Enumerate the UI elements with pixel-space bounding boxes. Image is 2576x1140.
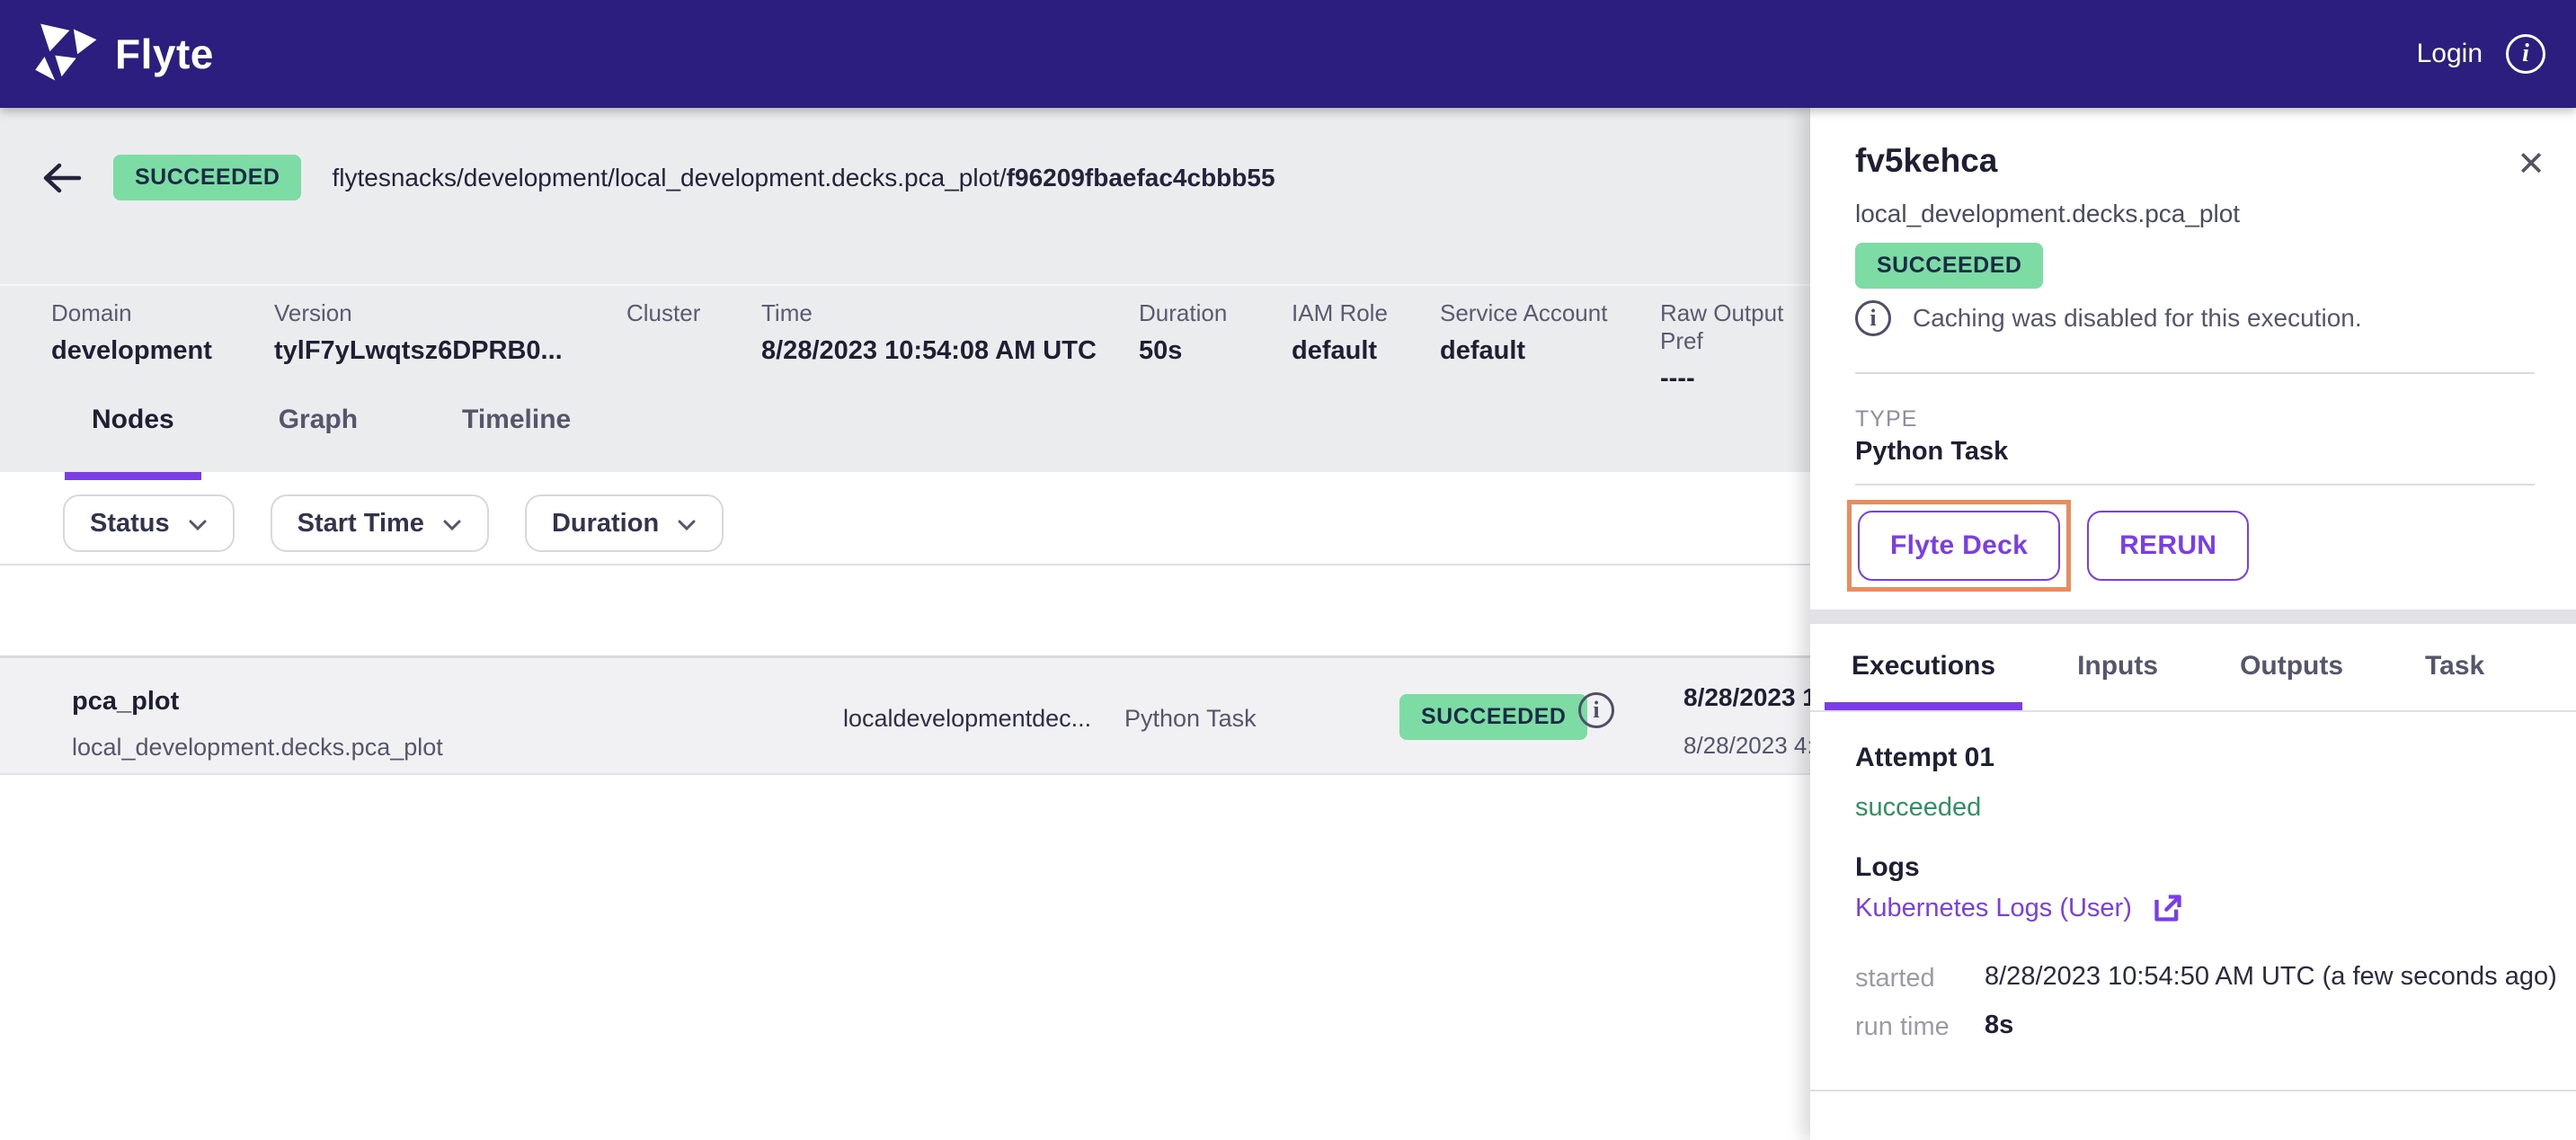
header-divider (0, 284, 1810, 286)
tab-executions[interactable]: Executions (1825, 631, 2022, 712)
main-content: SUCCEEDED flytesnacks/development/local_… (0, 108, 1810, 1140)
panel-tabs: Executions Inputs Outputs Task (1825, 631, 2511, 712)
meta-time: Time 8/28/2023 10:54:08 AM UTC (761, 299, 1097, 366)
meta-duration: Duration 50s (1139, 299, 1227, 366)
node-detail-panel: fv5kehca ✕ local_development.decks.pca_p… (1810, 108, 2576, 1140)
filter-start-time[interactable]: Start Time (271, 494, 489, 552)
table-row[interactable]: pca_plot local_development.decks.pca_plo… (0, 655, 1810, 775)
status-badge: SUCCEEDED (113, 155, 301, 200)
attempt-status[interactable]: succeeded (1855, 793, 1981, 823)
chevron-down-icon (442, 519, 462, 531)
close-icon[interactable]: ✕ (2517, 147, 2545, 182)
chevron-down-icon (188, 519, 208, 531)
panel-bottom-divider (1810, 1090, 2576, 1091)
node-filters: Status Start Time Duration (63, 494, 724, 552)
node-name: pca_plot (72, 687, 179, 717)
flyte-logo-icon (32, 22, 99, 86)
panel-section-band (1810, 610, 2576, 624)
view-tabs: Nodes Graph Timeline (65, 405, 598, 472)
started-value: 8/28/2023 10:54:50 AM UTC (a few seconds… (1985, 962, 2557, 992)
meta-iam-role: IAM Role default (1292, 299, 1388, 366)
type-value: Python Task (1855, 437, 2008, 467)
node-start-time: 8/28/2023 10 (1683, 683, 1810, 712)
meta-service-account: Service Account default (1440, 299, 1607, 366)
execution-path: flytesnacks/development/local_developmen… (332, 164, 1275, 192)
node-start-time-local: 8/28/2023 4:24 (1683, 732, 1810, 760)
type-label: TYPE (1855, 406, 1917, 432)
chevron-down-icon (677, 519, 697, 531)
filter-status[interactable]: Status (63, 494, 235, 552)
node-task-type: Python Task (1124, 705, 1257, 733)
execution-metadata: Domain development Version tylF7yLwqtsz6… (0, 299, 1810, 407)
info-icon: i (1855, 300, 1891, 336)
node-subtitle: local_development.decks.pca_plot (72, 734, 443, 761)
panel-subtitle: local_development.decks.pca_plot (1855, 200, 2240, 228)
started-label: started (1855, 964, 1935, 993)
flyte-console: Flyte Login i SUCCEEDED flytesnacks/deve… (0, 0, 2576, 1140)
meta-cluster: Cluster (626, 299, 700, 336)
node-info-icon[interactable]: i (1578, 692, 1614, 728)
run-time-label: run time (1855, 1012, 1950, 1042)
panel-divider (1855, 484, 2535, 485)
tab-task[interactable]: Task (2398, 631, 2511, 712)
meta-domain: Domain development (51, 299, 212, 366)
panel-status-badge: SUCCEEDED (1855, 243, 2043, 289)
login-button[interactable]: Login (2417, 39, 2483, 69)
tab-outputs[interactable]: Outputs (2213, 631, 2370, 712)
run-time-value: 8s (1985, 1011, 2013, 1040)
execution-path-prefix: flytesnacks/development/local_developmen… (332, 164, 1006, 191)
info-icon[interactable]: i (2506, 34, 2545, 74)
top-navbar: Flyte Login i (0, 0, 2576, 108)
panel-divider (1855, 372, 2535, 374)
attempt-title: Attempt 01 (1855, 743, 1994, 773)
meta-raw-output-prefix: Raw Output Pref ---- (1660, 299, 1810, 394)
table-divider (0, 564, 1810, 566)
back-arrow-icon[interactable] (41, 160, 83, 196)
caching-note: i Caching was disabled for this executio… (1855, 300, 2362, 336)
brand[interactable]: Flyte (32, 22, 214, 86)
rerun-button[interactable]: RERUN (2087, 511, 2249, 581)
logs-link-row: Kubernetes Logs (User) (1855, 890, 2186, 926)
brand-name: Flyte (115, 30, 214, 78)
node-status-badge: SUCCEEDED (1399, 694, 1587, 740)
panel-tabs-divider (1810, 710, 2576, 712)
flyte-deck-button[interactable]: Flyte Deck (1858, 511, 2060, 581)
tab-timeline[interactable]: Timeline (435, 405, 598, 472)
kubernetes-logs-link[interactable]: Kubernetes Logs (User) (1855, 894, 2132, 923)
panel-title: fv5kehca (1855, 142, 1997, 180)
tab-nodes[interactable]: Nodes (65, 405, 201, 472)
panel-actions: Flyte Deck RERUN (1847, 500, 2249, 592)
execution-id: f96209fbaefac4cbbb55 (1007, 164, 1275, 191)
tab-inputs[interactable]: Inputs (2050, 631, 2185, 712)
tab-graph[interactable]: Graph (252, 405, 385, 472)
filter-duration[interactable]: Duration (525, 494, 724, 552)
logs-heading: Logs (1855, 852, 1920, 883)
meta-version: Version tylF7yLwqtsz6DPRB0... (274, 299, 563, 366)
breadcrumb: SUCCEEDED flytesnacks/development/local_… (41, 155, 1275, 200)
node-id: localdevelopmentdec... (843, 705, 1091, 733)
flyte-deck-highlight-box: Flyte Deck (1847, 500, 2071, 592)
external-link-icon[interactable] (2150, 890, 2186, 926)
